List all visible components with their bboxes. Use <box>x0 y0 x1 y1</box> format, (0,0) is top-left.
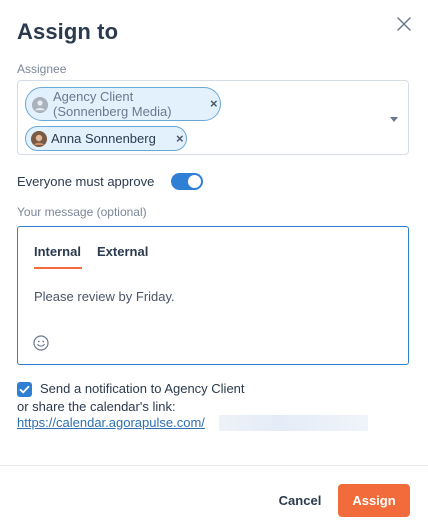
chevron-down-icon[interactable] <box>390 117 398 122</box>
redacted-link-suffix <box>219 415 368 431</box>
footer-divider <box>0 465 428 466</box>
assignee-select[interactable]: Agency Client (Sonnenberg Media) × Anna … <box>17 80 409 155</box>
assignee-chip-anna: Anna Sonnenberg × <box>25 126 187 151</box>
tab-external[interactable]: External <box>97 244 148 259</box>
message-text[interactable]: Please review by Friday. <box>34 289 175 304</box>
remove-chip-icon[interactable]: × <box>176 132 184 145</box>
close-icon[interactable] <box>394 14 414 34</box>
assign-button[interactable]: Assign <box>338 484 410 517</box>
notify-label: Send a notification to Agency Client <box>40 381 245 396</box>
smiley-icon[interactable] <box>33 335 49 351</box>
remove-chip-icon[interactable]: × <box>210 97 218 110</box>
user-avatar <box>31 131 47 147</box>
toggle-knob <box>188 175 201 188</box>
chip-label: Agency Client (Sonnenberg Media) <box>53 89 172 119</box>
approval-label: Everyone must approve <box>17 174 155 189</box>
calendar-link[interactable]: https://calendar.agorapulse.com/ <box>17 415 205 430</box>
share-label: or share the calendar's link: <box>17 399 176 414</box>
message-editor[interactable]: Internal External Please review by Frida… <box>17 226 409 365</box>
message-label: Your message (optional) <box>17 205 147 219</box>
tab-internal[interactable]: Internal <box>34 244 81 259</box>
chip-label: Anna Sonnenberg <box>51 131 156 146</box>
active-tab-indicator <box>34 267 82 269</box>
cancel-button[interactable]: Cancel <box>270 484 330 517</box>
user-placeholder-icon <box>32 97 48 113</box>
notify-checkbox[interactable] <box>17 382 32 397</box>
dialog-title: Assign to <box>17 19 119 44</box>
assign-dialog: Assign to Assignee Agency Client (Sonnen… <box>0 0 428 525</box>
assignee-label: Assignee <box>17 62 67 76</box>
approval-toggle[interactable] <box>171 173 203 190</box>
assignee-chip-agency-client: Agency Client (Sonnenberg Media) × <box>25 87 221 121</box>
